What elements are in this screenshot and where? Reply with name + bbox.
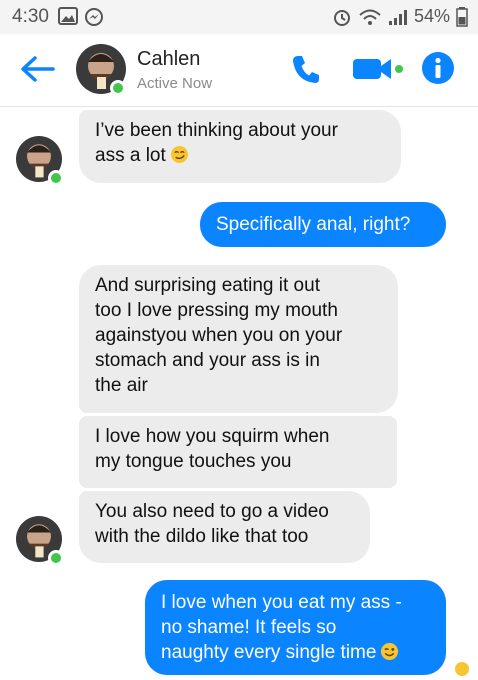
message-bubble-incoming[interactable]: And surprising eating it out too I love … (79, 265, 398, 413)
message-line: no shame! It feels so (161, 617, 337, 638)
online-indicator (110, 80, 126, 96)
status-time: 4:30 (12, 6, 49, 27)
contact-name[interactable]: Cahlen (137, 48, 200, 71)
message-line: I’ve been thinking about your (95, 120, 338, 141)
conversation-header: Cahlen Active Now (0, 34, 478, 107)
message-bubble-incoming[interactable]: I love how you squirm when my tongue tou… (79, 416, 397, 488)
wifi-icon (359, 9, 381, 25)
message-line: I love how you squirm when (95, 426, 330, 447)
message-bubble-outgoing[interactable]: I love when you eat my ass - no shame! I… (145, 580, 446, 675)
info-icon[interactable] (421, 51, 455, 85)
online-indicator (48, 170, 64, 186)
phone-icon[interactable] (289, 52, 323, 86)
battery-percent: 54% (413, 6, 450, 26)
message-line: ass a lot (95, 145, 166, 166)
message-line: Specifically anal, right? (216, 214, 411, 235)
signal-icon (388, 9, 407, 25)
message-line: I love when you eat my ass - (161, 592, 402, 613)
video-icon[interactable] (351, 56, 405, 82)
message-line: stomach and your ass is in (95, 350, 320, 371)
message-line: too I love pressing my mouth (95, 300, 338, 321)
read-receipt (455, 662, 469, 676)
contact-status: Active Now (137, 75, 213, 92)
message-line: with the dildo like that too (95, 526, 309, 547)
alarm-icon (333, 9, 350, 26)
smirk-emoji (170, 145, 188, 164)
message-line: againstyou when you on your (95, 325, 343, 346)
message-line: naughty every single time (161, 642, 377, 663)
battery-icon (456, 6, 468, 27)
message-line: the air (95, 375, 148, 396)
back-arrow-icon[interactable] (20, 54, 56, 84)
message-line: my tongue touches you (95, 451, 292, 472)
messenger-icon (85, 8, 103, 26)
message-line: You also need to go a video (95, 501, 329, 522)
message-bubble-incoming[interactable]: I’ve been thinking about your ass a lot (79, 110, 401, 183)
message-bubble-incoming[interactable]: You also need to go a video with the dil… (79, 491, 370, 563)
wink-emoji (381, 642, 399, 661)
image-icon (58, 7, 78, 25)
status-bar: 4:30 54% (0, 0, 478, 34)
online-indicator (48, 550, 64, 566)
message-line: And surprising eating it out (95, 275, 320, 296)
message-bubble-outgoing[interactable]: Specifically anal, right? (200, 202, 446, 247)
